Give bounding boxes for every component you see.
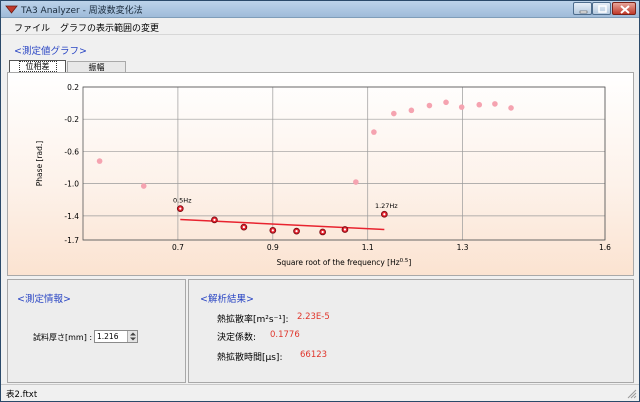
y-tick-label: -1.4 [64,212,79,221]
result-label: 熱拡散率[m²s⁻¹]: [217,315,289,325]
tab-phase-label: 位相差 [18,61,57,72]
measurement-info-panel: <測定情報> 試料厚さ[mm] : 1.216 [7,279,186,383]
point-annotation: 1.27Hz [375,202,398,210]
y-tick-label: -1.7 [64,236,79,245]
analysis-results-panel: <解析結果> 熱拡散率[m²s⁻¹]: 2.23E-5 決定係数: 0.1776… [188,279,634,383]
y-axis-label: Phase [rad.] [35,141,44,187]
stepper-buttons[interactable] [127,331,137,342]
y-tick-label: -1.0 [64,180,79,189]
result-value: 0.1776 [270,330,300,340]
result-value: 2.23E-5 [297,312,330,322]
status-bar: 表2.ftxt [1,384,639,401]
y-tick-label: -0.6 [64,147,79,156]
y-tick-label: -0.2 [64,115,79,124]
result-value: 66123 [300,350,328,360]
point-highlight [383,213,386,216]
status-filename: 表2.ftxt [6,390,38,400]
x-tick-label: 1.6 [599,243,611,252]
phase-chart: 0.7 0.9 1.1 1.3 1.6 0.2 -0.2 -0.6 -1.0 -1.4 -1.7 Sq… [35,83,611,267]
title-bar[interactable]: TA3 Analyzer - 周波数変化法 [1,1,639,18]
x-tick-label: 0.9 [267,243,279,252]
thickness-value: 1.216 [97,332,119,341]
y-tick-label: 0.2 [67,83,79,92]
measurement-info-label: <測定情報> [17,294,71,305]
menu-graph-range[interactable]: グラフの表示範囲の変更 [60,21,159,34]
data-point [371,129,377,135]
menu-file[interactable]: ファイル [14,21,50,34]
close-button[interactable] [612,2,636,15]
minimize-button[interactable] [573,2,592,15]
tab-amplitude-label: 振幅 [88,63,105,72]
result-label: 熱拡散時間[μs]: [217,353,283,363]
point-annotation: 0.5Hz [173,197,192,205]
data-point [408,107,415,114]
data-point [458,104,465,110]
thickness-label: 試料厚さ[mm] : [33,333,93,342]
analysis-results-label: <解析結果> [200,294,254,305]
point-highlight [179,207,182,210]
window-title: TA3 Analyzer - 周波数変化法 [21,6,143,16]
menu-bar: ファイル グラフの表示範囲の変更 [1,18,639,35]
app-window: TA3 Analyzer - 周波数変化法 ファイル グラフの表示範囲の変更 <… [0,0,640,402]
result-row-diffusion-time: 熱拡散時間[μs]: 66123 [217,350,327,363]
fit-line [180,218,385,231]
data-point [140,183,147,189]
chart-panel: 0.7 0.9 1.1 1.3 1.6 0.2 -0.2 -0.6 -1.0 -1.4 -1.7 Sq… [7,72,634,276]
thickness-stepper[interactable]: 1.216 [94,330,138,343]
result-label: 決定係数: [217,333,257,343]
data-point [476,101,483,108]
plot-frame [82,86,606,241]
maximize-button[interactable] [592,2,611,15]
data-point [391,110,397,117]
result-row-diffusivity: 熱拡散率[m²s⁻¹]: 2.23E-5 [217,312,330,325]
x-tick-label: 1.3 [457,243,469,252]
app-icon [5,5,18,14]
data-point [443,99,449,106]
data-point [508,105,514,111]
point-highlight [213,218,216,221]
point-highlight [295,230,298,233]
point-highlight [271,229,274,232]
result-row-r-squared: 決定係数: 0.1776 [217,330,300,343]
data-point [353,179,359,185]
point-highlight [343,228,347,231]
stepper-arrows-icon [130,332,136,341]
data-point [492,101,498,107]
x-tick-label: 0.7 [172,243,184,252]
x-axis-label: Square root of the frequency [Hz0.5] [277,258,412,267]
x-tick-label: 1.1 [362,243,374,252]
data-point [426,102,433,109]
point-highlight [242,226,245,229]
point-highlight [321,230,324,234]
resize-grip-icon[interactable] [626,388,637,399]
data-point [96,158,103,164]
measured-graph-label: <測定値グラフ> [14,46,87,57]
